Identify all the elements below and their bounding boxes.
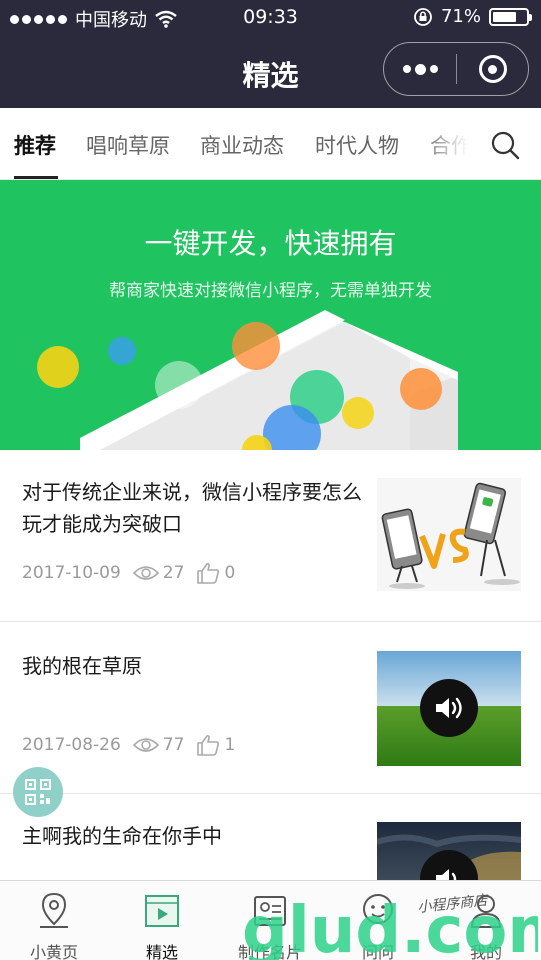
article-likes: 1	[224, 735, 236, 755]
article-item[interactable]: 对于传统企业来说，微信小程序要怎么玩才能成为突破口 2017-10-09 27 …	[0, 450, 541, 622]
qr-code-icon	[25, 779, 51, 805]
tab-recommend[interactable]: 推荐	[14, 130, 56, 160]
article-date: 2017-10-09	[22, 563, 121, 583]
speaker-icon	[436, 869, 457, 880]
tabbar-label: 我的	[469, 943, 502, 960]
article-meta: 2017-08-26 77 1	[22, 734, 235, 756]
qr-code-float-button[interactable]	[13, 767, 63, 817]
speaker-icon	[436, 697, 462, 719]
article-likes: 0	[224, 563, 236, 583]
audio-play-button[interactable]	[420, 679, 478, 737]
tabbar-item-ask[interactable]: 问问	[324, 881, 432, 960]
tab-business[interactable]: 商业动态	[200, 130, 284, 160]
ball-box-illustration	[37, 310, 458, 450]
tabbar-label: 精选	[145, 943, 178, 960]
promo-banner[interactable]: 一键开发，快速拥有 帮商家快速对接微信小程序，无需单独开发	[0, 180, 541, 450]
status-bar: 中国移动 09:33 71%	[0, 0, 541, 36]
grassland-image-with-audio	[377, 651, 521, 766]
battery-fill	[493, 11, 516, 22]
article-item[interactable]: 我的根在草原 2017-08-26 77 1	[0, 622, 541, 794]
category-tabs: 推荐 唱响草原 商业动态 时代人物 合作	[0, 108, 541, 180]
thumbs-up-icon	[197, 734, 220, 756]
article-title: 对于传统企业来说，微信小程序要怎么玩才能成为突破口	[22, 480, 362, 536]
article-views: 77	[162, 735, 185, 755]
close-circle-icon[interactable]	[457, 55, 528, 83]
article-date: 2017-08-26	[22, 735, 121, 755]
tabbar-label: 问问	[361, 943, 394, 960]
eye-icon	[132, 738, 159, 752]
user-icon	[470, 895, 502, 928]
location-pin-icon	[40, 892, 68, 928]
more-dots-icon[interactable]	[384, 43, 456, 95]
article-views: 27	[162, 563, 185, 583]
article-title: 主啊我的生命在你手中	[22, 824, 222, 848]
search-icon[interactable]	[488, 128, 522, 162]
bottom-tab-bar: 小黄页 精选 制作名片 问问 我的	[0, 880, 541, 960]
battery-percent: 71%	[440, 6, 481, 27]
status-right: 71%	[413, 6, 532, 27]
article-meta: 2017-10-09 27 0	[22, 562, 235, 584]
card-icon	[254, 896, 286, 926]
eye-icon	[132, 566, 159, 580]
navigation-bar: 精选	[0, 36, 541, 108]
thumbs-up-icon	[197, 562, 220, 584]
tabbar-item-mine[interactable]: 我的	[432, 881, 540, 960]
tabbar-item-make-card[interactable]: 制作名片	[216, 881, 324, 960]
miniprogram-capsule	[383, 42, 529, 96]
article-title: 我的根在草原	[22, 654, 142, 678]
tabs-fade	[420, 108, 480, 178]
tabbar-item-yellow-pages[interactable]: 小黄页	[0, 881, 108, 960]
chat-face-icon	[363, 894, 393, 924]
orientation-lock-icon	[414, 7, 432, 26]
tab-people[interactable]: 时代人物	[315, 130, 399, 160]
cartoon-vs-phones-image	[377, 478, 521, 591]
tab-grassland[interactable]: 唱响草原	[86, 130, 170, 160]
tabbar-item-featured[interactable]: 精选	[108, 881, 216, 960]
tabbar-label: 制作名片	[237, 943, 302, 960]
battery-icon	[489, 7, 532, 26]
tabbar-label: 小黄页	[29, 943, 78, 960]
article-item[interactable]: 主啊我的生命在你手中	[0, 794, 541, 880]
video-play-icon	[145, 895, 179, 927]
dark-sky-image-with-audio	[377, 822, 521, 880]
